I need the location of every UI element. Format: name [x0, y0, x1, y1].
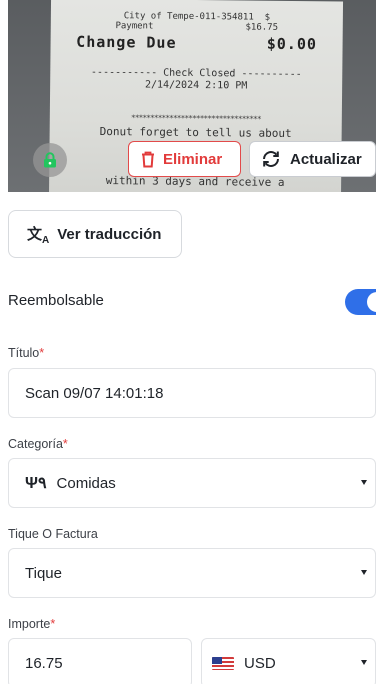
receipt-type-label-text: Tique O Factura [8, 527, 98, 541]
reimbursable-label: Reembolsable [8, 292, 104, 309]
required-mark: * [50, 617, 56, 631]
category-value: Comidas [56, 474, 116, 492]
amount-label: Importe* [8, 617, 55, 631]
receipt-line: Payment $16.75 [115, 21, 279, 33]
lock-button[interactable] [33, 143, 67, 177]
toggle-knob [367, 292, 376, 312]
chevron-down-icon [361, 570, 367, 575]
translate-icon: 文A [27, 225, 50, 246]
currency-value: USD [244, 654, 276, 672]
category-label: Categoría* [8, 437, 68, 451]
lock-icon [44, 152, 56, 168]
receipt-type-label: Tique O Factura [8, 527, 98, 541]
view-translation-label: Ver traducción [57, 225, 162, 243]
receipt-type-select[interactable]: Tique [8, 548, 376, 598]
utensils-icon: Ψ۹ [25, 475, 47, 492]
update-button-label: Actualizar [290, 150, 362, 168]
refresh-icon [263, 151, 279, 167]
title-value: Scan 09/07 14:01:18 [25, 384, 164, 402]
receipt-line: Change Due $0.00 [76, 32, 318, 54]
currency-select[interactable]: USD [201, 638, 376, 684]
chevron-down-icon [361, 480, 367, 485]
reimbursable-toggle[interactable] [345, 289, 376, 315]
delete-button[interactable]: Eliminar [128, 141, 241, 177]
amount-value: 16.75 [25, 654, 63, 672]
title-input[interactable]: Scan 09/07 14:01:18 [8, 368, 376, 418]
trash-icon [142, 151, 154, 167]
amount-label-text: Importe [8, 617, 51, 631]
receipt-line: ********************************** [130, 113, 261, 124]
title-label-text: Título [8, 346, 40, 360]
us-flag-icon [212, 656, 234, 670]
required-mark: * [62, 437, 68, 451]
title-label: Título* [8, 346, 44, 360]
category-select[interactable]: Ψ۹ Comidas [8, 458, 376, 508]
delete-button-label: Eliminar [163, 150, 223, 168]
receipt-line: 2/14/2024 2:10 PM [144, 79, 248, 92]
required-mark: * [39, 346, 45, 360]
view-translation-button[interactable]: 文A Ver traducción [8, 210, 182, 258]
amount-input[interactable]: 16.75 [8, 638, 192, 684]
update-button[interactable]: Actualizar [249, 141, 376, 177]
chevron-down-icon [361, 660, 367, 665]
category-label-text: Categoría [8, 437, 63, 451]
receipt-type-value: Tique [25, 564, 62, 582]
